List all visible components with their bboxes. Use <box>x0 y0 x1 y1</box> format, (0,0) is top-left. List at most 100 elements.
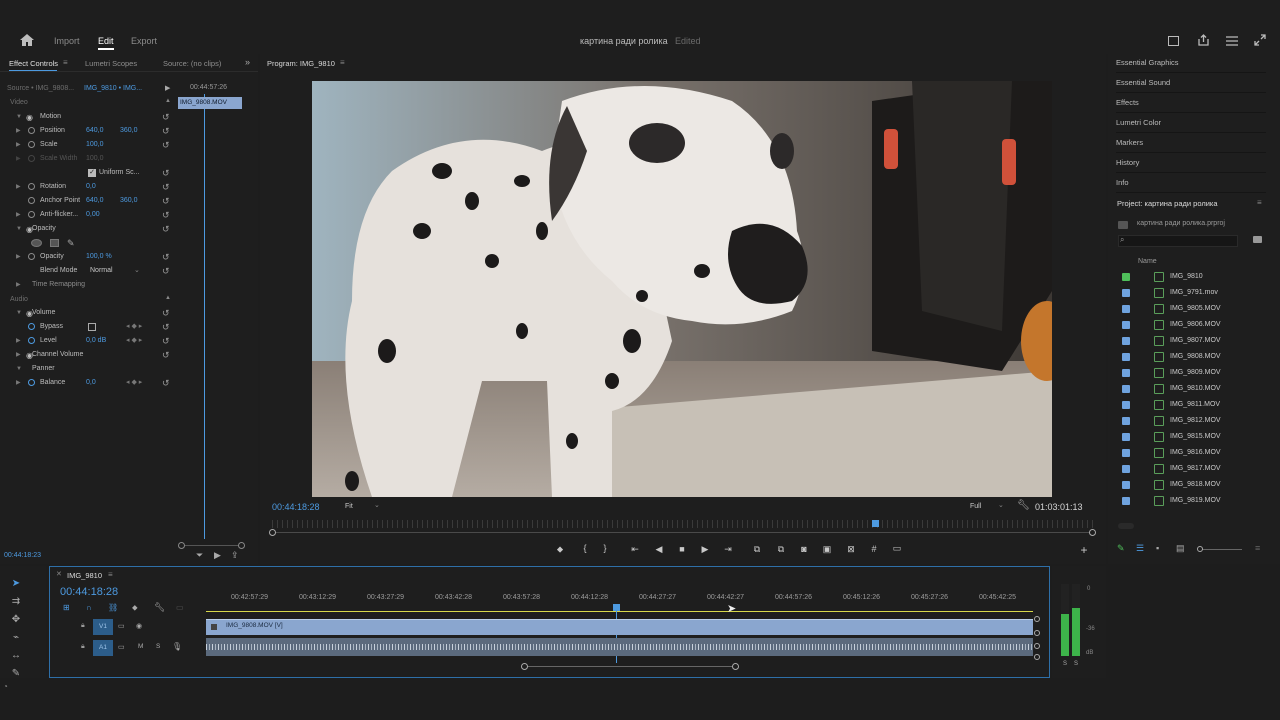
stopwatch-icon[interactable] <box>28 197 35 204</box>
stopwatch-icon[interactable] <box>28 183 35 190</box>
ellipse-mask-icon[interactable] <box>31 239 42 247</box>
menu-icon[interactable] <box>1226 36 1238 46</box>
ripple-edit-tool-icon[interactable]: ✥ <box>8 614 24 625</box>
program-menu-icon[interactable]: ≡ <box>340 58 345 67</box>
reset-icon[interactable]: ↺ <box>162 320 170 334</box>
expand-icon[interactable]: ▼ <box>16 110 22 124</box>
expand-icon[interactable]: ▶ <box>16 138 21 152</box>
tab-source[interactable]: Source: (no clips) <box>163 59 221 68</box>
reset-icon[interactable]: ↺ <box>162 348 170 362</box>
proxy-toggle-icon[interactable]: ⊠ <box>844 544 858 555</box>
row-motion[interactable]: ▼ ◉ Motion ↺ <box>0 110 176 124</box>
reset-icon[interactable]: ↺ <box>162 334 170 348</box>
track-end-handle[interactable] <box>1034 643 1040 649</box>
safe-margins-icon[interactable]: # <box>867 544 881 554</box>
pen-mask-icon[interactable]: ✎ <box>67 236 75 250</box>
snap-icon[interactable]: ∩ <box>86 603 92 612</box>
slip-tool-icon[interactable]: ↔ <box>8 650 24 661</box>
expand-icon[interactable]: ▶ <box>16 278 21 292</box>
lock-a1-icon[interactable]: 🔒︎ <box>81 643 85 651</box>
stopwatch-icon[interactable] <box>28 253 35 260</box>
track-end-handle[interactable] <box>1034 630 1040 636</box>
stopwatch-icon[interactable] <box>28 141 35 148</box>
reset-icon[interactable]: ↺ <box>162 222 170 236</box>
work-area-bar[interactable] <box>206 611 1033 612</box>
quality-select[interactable]: Full <box>970 503 981 510</box>
timeline-scroll-bar[interactable] <box>528 666 732 667</box>
workspace-icon[interactable] <box>1168 36 1179 46</box>
label-color-swatch[interactable] <box>1122 273 1130 281</box>
row-panner[interactable]: ▼ Panner <box>0 362 176 376</box>
export-frame-icon[interactable]: ⇪ <box>231 550 239 561</box>
row-time-remapping[interactable]: ▶ Time Remapping <box>0 278 176 292</box>
track-a1-toggle[interactable]: A1 <box>93 640 113 656</box>
row-scale[interactable]: ▶ Scale 100,0 ↺ <box>0 138 176 152</box>
reset-icon[interactable]: ↺ <box>162 376 170 390</box>
reset-icon[interactable]: ↺ <box>162 138 170 152</box>
step-forward-icon[interactable]: ▶ <box>698 544 712 555</box>
add-marker-timeline-icon[interactable]: ⬥ <box>132 603 138 613</box>
add-button-icon[interactable]: + <box>1077 543 1091 557</box>
row-blend-mode[interactable]: Blend Mode Normal ⌄ ↺ <box>0 264 176 278</box>
timeline-scroll-left[interactable] <box>521 663 528 670</box>
reset-icon[interactable]: ↺ <box>162 264 170 278</box>
project-clip-row[interactable]: IMG_9816.MOV <box>1120 445 1260 461</box>
camera-icon[interactable]: ◙ <box>797 544 811 554</box>
expand-icon[interactable]: ▶ <box>16 180 21 194</box>
project-clip-row[interactable]: IMG_9818.MOV <box>1120 477 1260 493</box>
expand-icon[interactable]: ▼ <box>16 222 22 236</box>
uniform-scale-checkbox[interactable]: ✓ <box>88 169 96 177</box>
panel-essential-graphics[interactable]: Essential Graphics <box>1116 53 1266 73</box>
solo-right-button[interactable]: S <box>1074 661 1078 667</box>
play-clip-icon[interactable]: ▶ <box>165 84 170 92</box>
zoom-handle-right[interactable] <box>238 542 245 549</box>
expand-icon[interactable]: ▶ <box>16 376 21 390</box>
row-level[interactable]: ▶ Level 0,0 dB ◂ ◆ ▸ ↺ <box>0 334 176 348</box>
reset-icon[interactable]: ↺ <box>162 180 170 194</box>
scale-value[interactable]: 100,0 <box>86 138 104 152</box>
keyframe-nav-icon[interactable]: ◂ ◆ ▸ <box>126 320 142 334</box>
label-color-swatch[interactable] <box>1122 401 1130 409</box>
project-clip-row[interactable]: IMG_9815.MOV <box>1120 429 1260 445</box>
row-opacity[interactable]: ▶ Opacity 100,0 % ↺ <box>0 250 176 264</box>
expand-icon[interactable]: ▼ <box>16 306 22 320</box>
reset-icon[interactable]: ↺ <box>162 124 170 138</box>
step-back-icon[interactable]: ◀ <box>652 544 666 555</box>
row-bypass[interactable]: Bypass ◂ ◆ ▸ ↺ <box>0 320 176 334</box>
label-color-swatch[interactable] <box>1122 321 1130 329</box>
opacity-value[interactable]: 100,0 % <box>86 250 112 264</box>
project-clip-row[interactable]: IMG_9819.MOV <box>1120 493 1260 509</box>
extract-icon[interactable]: ⧉ <box>774 544 788 555</box>
reset-icon[interactable]: ↺ <box>162 194 170 208</box>
position-y[interactable]: 360,0 <box>120 124 138 138</box>
source-clip-label[interactable]: Source • IMG_9808... <box>7 85 74 92</box>
stopwatch-icon[interactable] <box>28 127 35 134</box>
program-scrub-bar[interactable] <box>269 520 1096 536</box>
eye-icon[interactable]: ◉ <box>26 111 33 125</box>
insert-sequence-icon[interactable]: ⊞ <box>63 603 70 612</box>
expand-icon[interactable]: ▶ <box>16 348 21 362</box>
mini-playhead[interactable] <box>204 94 205 539</box>
panel-markers[interactable]: Markers <box>1116 133 1266 153</box>
label-color-swatch[interactable] <box>1122 417 1130 425</box>
pen-tool-icon[interactable]: ✎ <box>8 668 24 679</box>
sequence-tab[interactable]: IMG_9810 <box>67 571 102 580</box>
play-only-audio-icon[interactable]: ▶ <box>214 550 221 561</box>
selection-tool-icon[interactable]: ➤ <box>8 578 24 589</box>
row-anchor-point[interactable]: Anchor Point 640,0 360,0 ↺ <box>0 194 176 208</box>
zoom-handle-left[interactable] <box>178 542 185 549</box>
project-clip-row[interactable]: IMG_9812.MOV <box>1120 413 1260 429</box>
project-clip-row[interactable]: IMG_9810.MOV <box>1120 381 1260 397</box>
mark-in-icon[interactable]: { <box>578 543 592 553</box>
linked-selection-icon[interactable]: ⛓︎ <box>108 603 118 612</box>
settings-wrench-icon[interactable]: 🔧︎ <box>1017 500 1030 511</box>
program-timecode[interactable]: 00:44:18:28 <box>272 502 320 512</box>
anchor-x[interactable]: 640,0 <box>86 194 104 208</box>
expand-icon[interactable]: ▶ <box>16 250 21 264</box>
row-anti-flicker[interactable]: ▶ Anti-flicker... 0,00 ↺ <box>0 208 176 222</box>
go-to-in-icon[interactable]: ⇤ <box>628 544 642 555</box>
pencil-icon[interactable]: ✎ <box>1117 543 1125 554</box>
expand-icon[interactable]: ▼ <box>16 362 22 376</box>
nav-edit[interactable]: Edit <box>98 36 114 46</box>
row-volume[interactable]: ▼ ◉ Volume ↺ <box>0 306 176 320</box>
